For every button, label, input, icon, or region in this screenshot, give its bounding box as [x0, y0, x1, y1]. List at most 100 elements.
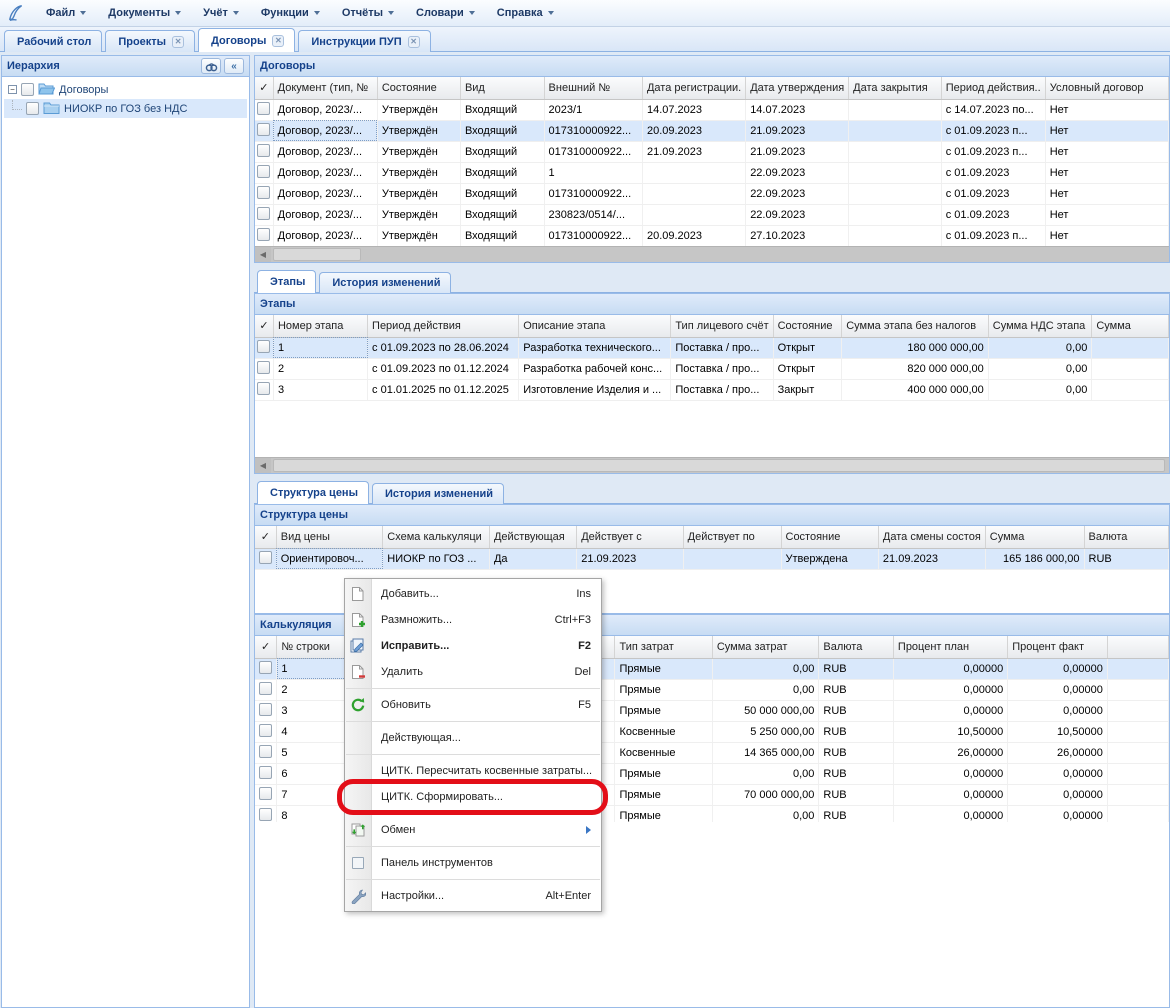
row-checkbox[interactable] [257, 228, 270, 241]
row-checkbox[interactable] [259, 551, 272, 564]
tab-3[interactable]: Договоры✕ [198, 28, 295, 52]
context-menu-item-11[interactable]: ЦИТК. Сформировать... [345, 784, 601, 810]
column-header[interactable]: Вид цены [276, 526, 383, 548]
column-header[interactable]: Действует с [577, 526, 683, 548]
column-header[interactable]: Валюта [1084, 526, 1169, 548]
column-header[interactable]: Состояние [773, 315, 842, 337]
row-checkbox[interactable] [259, 745, 272, 758]
tree-item-contracts[interactable]: − Договоры [4, 80, 247, 99]
row-checkbox[interactable] [257, 144, 270, 157]
select-all-header[interactable]: ✓ [255, 636, 277, 658]
select-all-header[interactable]: ✓ [255, 315, 273, 337]
context-menu-item-6[interactable]: ОбновитьF5 [345, 692, 601, 718]
column-header[interactable]: Условный договор [1045, 77, 1168, 99]
context-menu-item-17[interactable]: Настройки...Alt+Enter [345, 883, 601, 909]
column-header[interactable]: Описание этапа [519, 315, 671, 337]
scroll-left-icon[interactable]: ◀ [255, 247, 271, 262]
tab-stages[interactable]: Этапы [257, 270, 316, 293]
row-checkbox[interactable] [259, 724, 272, 737]
menubar-item-6[interactable]: Словари [406, 3, 485, 23]
tab-stages-history[interactable]: История изменений [319, 272, 451, 293]
context-menu-item-8[interactable]: Действующая... [345, 725, 601, 751]
horizontal-scrollbar[interactable]: ◀ [255, 457, 1169, 473]
menubar-item-7[interactable]: Справка [487, 3, 564, 23]
column-header[interactable]: Сумма [1092, 315, 1169, 337]
column-header[interactable]: Тип затрат [615, 636, 712, 658]
row-checkbox[interactable] [257, 361, 270, 374]
table-row[interactable]: Договор, 2023/...УтверждёнВходящий230823… [255, 204, 1169, 225]
scrollbar-thumb[interactable] [273, 248, 361, 261]
column-header[interactable]: Тип лицевого счёт [671, 315, 773, 337]
column-header[interactable]: Дата регистрации. [642, 77, 745, 99]
context-menu-item-4[interactable]: УдалитьDel [345, 659, 601, 685]
select-all-header[interactable]: ✓ [255, 77, 273, 99]
menubar-item-5[interactable]: Отчёты [332, 3, 404, 23]
column-header[interactable]: Дата утверждения [746, 77, 849, 99]
column-header[interactable]: Внешний № [544, 77, 642, 99]
row-checkbox[interactable] [259, 766, 272, 779]
column-header[interactable]: Сумма этапа без налогов [842, 315, 989, 337]
table-row[interactable]: Договор, 2023/...УтверждёнВходящий122.09… [255, 162, 1169, 183]
select-all-header[interactable]: ✓ [255, 526, 276, 548]
table-row[interactable]: Договор, 2023/...УтверждёнВходящий017310… [255, 183, 1169, 204]
column-header[interactable]: Вид [460, 77, 544, 99]
tree-checkbox[interactable] [21, 83, 34, 96]
column-header[interactable]: Сумма НДС этапа [988, 315, 1092, 337]
tab-close-icon[interactable]: ✕ [272, 35, 284, 47]
tab-close-icon[interactable]: ✕ [408, 36, 420, 48]
column-header[interactable]: Дата закрытия [849, 77, 942, 99]
column-header[interactable]: Валюта [819, 636, 893, 658]
table-row[interactable]: 1с 01.09.2023 по 28.06.2024Разработка те… [255, 337, 1169, 358]
column-header[interactable]: Документ (тип, № [273, 77, 377, 99]
column-header[interactable]: Сумма затрат [712, 636, 819, 658]
row-checkbox[interactable] [257, 165, 270, 178]
tab-price-history[interactable]: История изменений [372, 483, 504, 504]
row-checkbox[interactable] [257, 340, 270, 353]
column-header[interactable]: Период действия.. [941, 77, 1045, 99]
table-row[interactable]: Договор, 2023/...УтверждёнВходящий017310… [255, 141, 1169, 162]
tab-2[interactable]: Проекты✕ [105, 30, 195, 52]
menubar-item-3[interactable]: Учёт [193, 3, 249, 23]
context-menu-item-10[interactable]: ЦИТК. Пересчитать косвенные затраты... [345, 758, 601, 784]
search-icon[interactable] [201, 58, 221, 74]
horizontal-scrollbar[interactable]: ◀ [255, 246, 1169, 262]
context-menu-item-13[interactable]: Обмен [345, 817, 601, 843]
table-row[interactable]: Ориентировоч...НИОКР по ГОЗ ...Да21.09.2… [255, 548, 1169, 569]
row-checkbox[interactable] [259, 787, 272, 800]
scrollbar-thumb[interactable] [273, 459, 1165, 472]
column-header[interactable]: Процент план [893, 636, 1007, 658]
row-checkbox[interactable] [257, 186, 270, 199]
column-header[interactable]: Номер этапа [273, 315, 367, 337]
table-row[interactable]: Договор, 2023/...УтверждёнВходящий017310… [255, 120, 1169, 141]
table-row[interactable]: Договор, 2023/...УтверждёнВходящий2023/1… [255, 99, 1169, 120]
table-row[interactable]: 3с 01.01.2025 по 01.12.2025Изготовление … [255, 379, 1169, 400]
context-menu-item-2[interactable]: Размножить...Ctrl+F3 [345, 607, 601, 633]
column-header[interactable]: Действует по [683, 526, 781, 548]
column-header[interactable] [1107, 636, 1168, 658]
tree-checkbox[interactable] [26, 102, 39, 115]
column-header[interactable]: Состояние [781, 526, 878, 548]
row-checkbox[interactable] [259, 661, 272, 674]
row-checkbox[interactable] [257, 123, 270, 136]
row-checkbox[interactable] [257, 207, 270, 220]
menubar-item-2[interactable]: Документы [98, 3, 191, 23]
collapse-panel-icon[interactable]: « [224, 58, 244, 74]
tab-1[interactable]: Рабочий стол [4, 30, 102, 52]
row-checkbox[interactable] [257, 382, 270, 395]
column-header[interactable]: Действующая [489, 526, 576, 548]
column-header[interactable]: Дата смены состоя [878, 526, 985, 548]
row-checkbox[interactable] [259, 808, 272, 821]
tab-price-structure[interactable]: Структура цены [257, 481, 369, 504]
scroll-left-icon[interactable]: ◀ [255, 458, 271, 473]
table-row[interactable]: 2с 01.09.2023 по 01.12.2024Разработка ра… [255, 358, 1169, 379]
column-header[interactable]: Процент факт [1008, 636, 1108, 658]
column-header[interactable]: Состояние [377, 77, 460, 99]
menubar-item-1[interactable]: Файл [36, 3, 96, 23]
tab-close-icon[interactable]: ✕ [172, 36, 184, 48]
tree-item-niokr[interactable]: НИОКР по ГОЗ без НДС [4, 99, 247, 118]
context-menu-item-3[interactable]: Исправить...F2 [345, 633, 601, 659]
tree-expander-icon[interactable]: − [8, 85, 17, 94]
row-checkbox[interactable] [257, 102, 270, 115]
column-header[interactable]: Схема калькуляци [383, 526, 490, 548]
row-checkbox[interactable] [259, 703, 272, 716]
